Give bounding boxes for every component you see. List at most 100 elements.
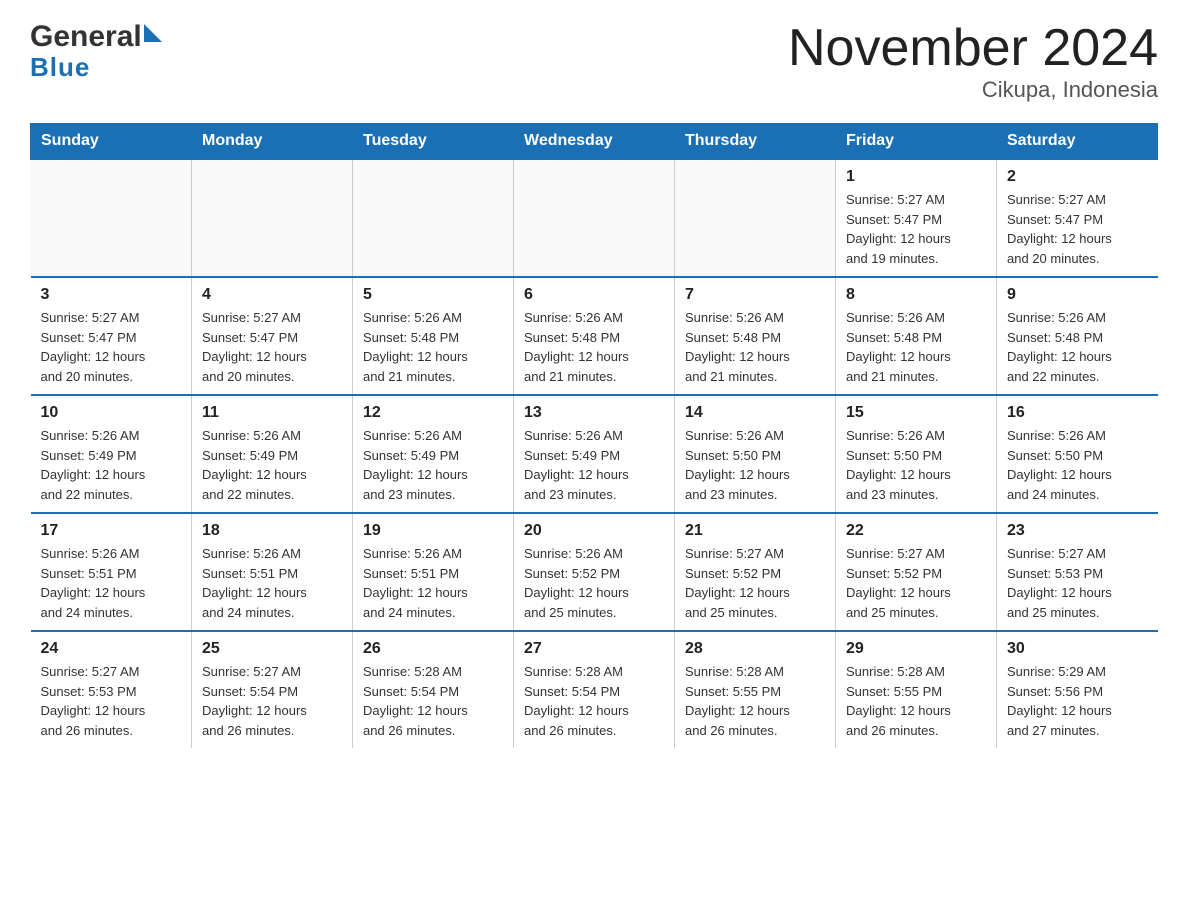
day-number: 27 — [524, 640, 664, 658]
day-info: Sunrise: 5:26 AM Sunset: 5:48 PM Dayligh… — [1007, 308, 1148, 386]
logo-arrow-icon — [144, 24, 162, 42]
day-number: 12 — [363, 404, 503, 422]
calendar-cell: 9 Sunrise: 5:26 AM Sunset: 5:48 PM Daylig… — [997, 277, 1158, 395]
day-info: Sunrise: 5:27 AM Sunset: 5:47 PM Dayligh… — [1007, 190, 1148, 268]
calendar-cell: 1Sunrise: 5:27 AM Sunset: 5:47 PM Daylig… — [836, 159, 997, 277]
calendar-cell — [675, 159, 836, 277]
calendar-cell: 15Sunrise: 5:26 AM Sunset: 5:50 PM Dayli… — [836, 395, 997, 513]
day-number: 8 — [846, 286, 986, 304]
calendar-cell: 2Sunrise: 5:27 AM Sunset: 5:47 PM Daylig… — [997, 159, 1158, 277]
day-number: 29 — [846, 640, 986, 658]
calendar-cell: 3 Sunrise: 5:27 AM Sunset: 5:47 PM Daylig… — [31, 277, 192, 395]
calendar-cell: 29 Sunrise: 5:28 AM Sunset: 5:55 PM Dayli… — [836, 631, 997, 748]
day-info: Sunrise: 5:27 AM Sunset: 5:47 PM Dayligh… — [41, 308, 182, 386]
calendar-cell: 11Sunrise: 5:26 AM Sunset: 5:49 PM Dayli… — [192, 395, 353, 513]
calendar-cell — [31, 159, 192, 277]
day-info: Sunrise: 5:26 AM Sunset: 5:52 PM Dayligh… — [524, 544, 664, 622]
calendar-cell — [353, 159, 514, 277]
logo-blue-text: Blue — [30, 52, 90, 83]
day-number: 5 — [363, 286, 503, 304]
weekday-header-friday: Friday — [836, 124, 997, 160]
day-number: 20 — [524, 522, 664, 540]
calendar-cell: 16 Sunrise: 5:26 AM Sunset: 5:50 PM Dayli… — [997, 395, 1158, 513]
calendar-cell: 24Sunrise: 5:27 AM Sunset: 5:53 PM Dayli… — [31, 631, 192, 748]
day-info: Sunrise: 5:26 AM Sunset: 5:48 PM Dayligh… — [685, 308, 825, 386]
day-number: 6 — [524, 286, 664, 304]
day-info: Sunrise: 5:27 AM Sunset: 5:47 PM Dayligh… — [202, 308, 342, 386]
day-number: 19 — [363, 522, 503, 540]
calendar-table: SundayMondayTuesdayWednesdayThursdayFrid… — [30, 123, 1158, 748]
day-info: Sunrise: 5:29 AM Sunset: 5:56 PM Dayligh… — [1007, 662, 1148, 740]
day-info: Sunrise: 5:26 AM Sunset: 5:51 PM Dayligh… — [41, 544, 182, 622]
day-number: 17 — [41, 522, 182, 540]
day-info: Sunrise: 5:26 AM Sunset: 5:50 PM Dayligh… — [685, 426, 825, 504]
day-number: 3 — [41, 286, 182, 304]
day-info: Sunrise: 5:27 AM Sunset: 5:52 PM Dayligh… — [685, 544, 825, 622]
day-info: Sunrise: 5:26 AM Sunset: 5:49 PM Dayligh… — [41, 426, 182, 504]
day-number: 10 — [41, 404, 182, 422]
calendar-week-row: 24Sunrise: 5:27 AM Sunset: 5:53 PM Dayli… — [31, 631, 1158, 748]
weekday-header-sunday: Sunday — [31, 124, 192, 160]
calendar-week-row: 17 Sunrise: 5:26 AM Sunset: 5:51 PM Dayli… — [31, 513, 1158, 631]
day-info: Sunrise: 5:28 AM Sunset: 5:55 PM Dayligh… — [685, 662, 825, 740]
day-info: Sunrise: 5:27 AM Sunset: 5:54 PM Dayligh… — [202, 662, 342, 740]
calendar-cell: 14 Sunrise: 5:26 AM Sunset: 5:50 PM Dayli… — [675, 395, 836, 513]
calendar-cell: 19 Sunrise: 5:26 AM Sunset: 5:51 PM Dayli… — [353, 513, 514, 631]
day-number: 25 — [202, 640, 342, 658]
day-number: 18 — [202, 522, 342, 540]
title-area: November 2024 Cikupa, Indonesia — [788, 20, 1158, 103]
day-number: 15 — [846, 404, 986, 422]
logo-general-text: General — [30, 20, 142, 54]
day-info: Sunrise: 5:26 AM Sunset: 5:48 PM Dayligh… — [846, 308, 986, 386]
logo: General Blue — [30, 20, 162, 83]
calendar-cell: 20 Sunrise: 5:26 AM Sunset: 5:52 PM Dayli… — [514, 513, 675, 631]
day-number: 9 — [1007, 286, 1148, 304]
day-info: Sunrise: 5:26 AM Sunset: 5:49 PM Dayligh… — [202, 426, 342, 504]
day-number: 22 — [846, 522, 986, 540]
calendar-cell — [514, 159, 675, 277]
calendar-body: 1Sunrise: 5:27 AM Sunset: 5:47 PM Daylig… — [31, 159, 1158, 748]
day-info: Sunrise: 5:27 AM Sunset: 5:53 PM Dayligh… — [1007, 544, 1148, 622]
day-number: 7 — [685, 286, 825, 304]
calendar-cell — [192, 159, 353, 277]
day-info: Sunrise: 5:26 AM Sunset: 5:50 PM Dayligh… — [1007, 426, 1148, 504]
day-number: 13 — [524, 404, 664, 422]
day-number: 30 — [1007, 640, 1148, 658]
calendar-cell: 23 Sunrise: 5:27 AM Sunset: 5:53 PM Dayli… — [997, 513, 1158, 631]
calendar-cell: 4 Sunrise: 5:27 AM Sunset: 5:47 PM Daylig… — [192, 277, 353, 395]
day-number: 4 — [202, 286, 342, 304]
day-number: 16 — [1007, 404, 1148, 422]
calendar-cell: 5 Sunrise: 5:26 AM Sunset: 5:48 PM Daylig… — [353, 277, 514, 395]
weekday-header-tuesday: Tuesday — [353, 124, 514, 160]
calendar-cell: 18 Sunrise: 5:26 AM Sunset: 5:51 PM Dayli… — [192, 513, 353, 631]
calendar-cell: 8 Sunrise: 5:26 AM Sunset: 5:48 PM Daylig… — [836, 277, 997, 395]
day-info: Sunrise: 5:26 AM Sunset: 5:48 PM Dayligh… — [524, 308, 664, 386]
calendar-week-row: 3 Sunrise: 5:27 AM Sunset: 5:47 PM Daylig… — [31, 277, 1158, 395]
day-info: Sunrise: 5:26 AM Sunset: 5:51 PM Dayligh… — [363, 544, 503, 622]
calendar-cell: 26Sunrise: 5:28 AM Sunset: 5:54 PM Dayli… — [353, 631, 514, 748]
calendar-week-row: 10 Sunrise: 5:26 AM Sunset: 5:49 PM Dayli… — [31, 395, 1158, 513]
day-info: Sunrise: 5:27 AM Sunset: 5:47 PM Dayligh… — [846, 190, 986, 268]
day-number: 28 — [685, 640, 825, 658]
day-info: Sunrise: 5:26 AM Sunset: 5:51 PM Dayligh… — [202, 544, 342, 622]
day-info: Sunrise: 5:28 AM Sunset: 5:55 PM Dayligh… — [846, 662, 986, 740]
day-number: 23 — [1007, 522, 1148, 540]
day-info: Sunrise: 5:26 AM Sunset: 5:48 PM Dayligh… — [363, 308, 503, 386]
weekday-header-row: SundayMondayTuesdayWednesdayThursdayFrid… — [31, 124, 1158, 160]
day-number: 26 — [363, 640, 503, 658]
calendar-cell: 6 Sunrise: 5:26 AM Sunset: 5:48 PM Daylig… — [514, 277, 675, 395]
weekday-header-thursday: Thursday — [675, 124, 836, 160]
day-number: 24 — [41, 640, 182, 658]
calendar-cell: 21 Sunrise: 5:27 AM Sunset: 5:52 PM Dayli… — [675, 513, 836, 631]
day-info: Sunrise: 5:26 AM Sunset: 5:49 PM Dayligh… — [363, 426, 503, 504]
day-number: 14 — [685, 404, 825, 422]
calendar-cell: 13Sunrise: 5:26 AM Sunset: 5:49 PM Dayli… — [514, 395, 675, 513]
calendar-subtitle: Cikupa, Indonesia — [788, 77, 1158, 103]
weekday-header-wednesday: Wednesday — [514, 124, 675, 160]
day-info: Sunrise: 5:28 AM Sunset: 5:54 PM Dayligh… — [524, 662, 664, 740]
calendar-title: November 2024 — [788, 20, 1158, 77]
day-number: 21 — [685, 522, 825, 540]
calendar-cell: 22Sunrise: 5:27 AM Sunset: 5:52 PM Dayli… — [836, 513, 997, 631]
calendar-cell: 17 Sunrise: 5:26 AM Sunset: 5:51 PM Dayli… — [31, 513, 192, 631]
calendar-cell: 25 Sunrise: 5:27 AM Sunset: 5:54 PM Dayli… — [192, 631, 353, 748]
